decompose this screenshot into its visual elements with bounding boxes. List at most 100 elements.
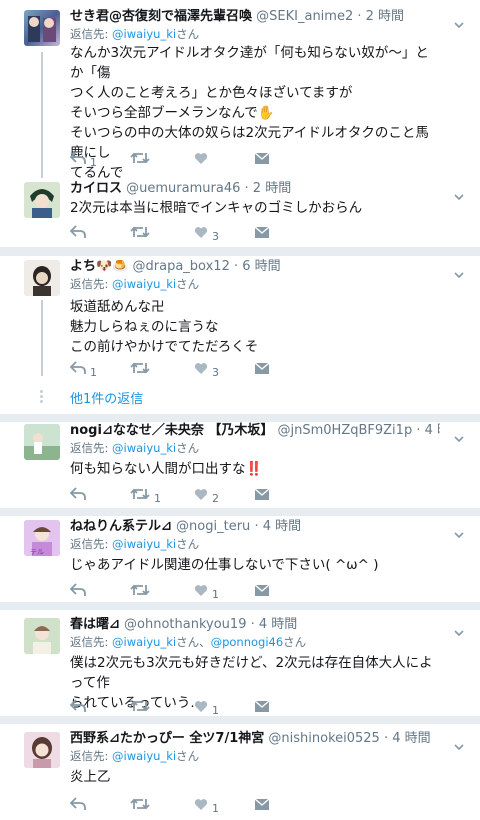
like-button[interactable]: 1 [194, 794, 219, 815]
chevron-down-icon[interactable] [454, 428, 464, 443]
text-line: 魅力しらねぇのに言うな [70, 319, 219, 335]
like-button[interactable]: 3 [194, 358, 219, 379]
avatar[interactable] [24, 10, 60, 46]
reply-mention[interactable]: @iwaiyu_ki [112, 441, 176, 455]
author-name[interactable]: よち🐶🍮 [70, 259, 128, 274]
author-handle[interactable]: @SEKI_anime2 [256, 9, 353, 24]
avatar[interactable] [24, 260, 60, 296]
reply-icon [70, 361, 86, 375]
text-line: つく人のこと考えろ」とか色々ほざいてますが [70, 85, 353, 101]
direct-message-button[interactable] [254, 484, 270, 504]
retweet-button[interactable] [130, 794, 154, 814]
like-button[interactable]: 3 [194, 222, 219, 243]
author-name[interactable]: 西野系⊿たかっぴー 全ツ7/1神宮 [70, 731, 264, 746]
like-button[interactable]: 1 [194, 696, 219, 717]
timestamp[interactable]: 2 時間 [253, 181, 291, 196]
tweet[interactable]: nogi⊿ななせ／未央奈 【乃木坂】 @jnSm0HZqBF9Zi1p · 4 … [0, 422, 480, 508]
reply-suffix: さん [176, 441, 200, 455]
reply-button[interactable] [70, 696, 90, 716]
direct-message-button[interactable] [254, 148, 270, 168]
like-button[interactable]: 1 [194, 580, 219, 601]
timestamp[interactable]: 4 時間 [263, 519, 301, 534]
author-name[interactable]: nogi⊿ななせ／未央奈 【乃木坂】 [70, 423, 273, 438]
retweet-button[interactable] [130, 222, 154, 242]
reply-mention[interactable]: @iwaiyu_ki [112, 27, 176, 41]
direct-message-button[interactable] [254, 696, 270, 716]
heart-icon [194, 798, 208, 811]
reply-count: 1 [90, 155, 97, 169]
avatar[interactable] [24, 618, 60, 654]
chevron-down-icon[interactable] [454, 524, 464, 539]
reply-button[interactable] [70, 794, 90, 814]
retweet-button[interactable] [130, 696, 154, 716]
author-name[interactable]: 春は曙⊿ [70, 617, 120, 632]
chevron-down-icon[interactable] [454, 264, 464, 279]
author-handle[interactable]: @nishinokei0525 [268, 731, 379, 746]
reply-mention[interactable]: @iwaiyu_ki [112, 277, 176, 291]
thread-line [41, 52, 43, 178]
separator-dot: · [244, 181, 249, 196]
like-count: 3 [212, 365, 219, 379]
timestamp[interactable]: 2 時間 [366, 9, 404, 24]
retweet-icon [130, 583, 150, 597]
author-handle[interactable]: @drapa_box12 [133, 259, 230, 274]
text-line: 炎上乙 [70, 769, 111, 785]
timestamp[interactable]: 4 時間 [259, 617, 297, 632]
reply-mention[interactable]: @iwaiyu_ki [112, 537, 176, 551]
reply-button[interactable]: 1 [70, 358, 97, 379]
reply-button[interactable] [70, 580, 90, 600]
retweet-button[interactable]: 1 [130, 484, 161, 505]
author-name[interactable]: カイロス [70, 181, 122, 196]
author-handle[interactable]: @jnSm0HZqBF9Zi1p [278, 423, 413, 438]
reply-mention[interactable]: @ponnogi46 [211, 635, 284, 649]
tweet[interactable]: よち🐶🍮 @drapa_box12 · 6 時間 返信先: @iwaiyu_ki… [0, 256, 480, 414]
show-more-replies-link[interactable]: 他1件の返信 [70, 388, 143, 407]
retweet-button[interactable] [130, 580, 154, 600]
envelope-icon [254, 699, 270, 713]
author-name[interactable]: ねねりん系テル⊿ [70, 519, 172, 534]
timestamp[interactable]: 6 時間 [242, 259, 280, 274]
tweet[interactable]: せき君@杏復刻で福澤先輩召喚 @SEKI_anime2 · 2 時間 返信先: … [0, 0, 480, 181]
timestamp[interactable]: 4 時間 [425, 423, 440, 438]
chevron-down-icon[interactable] [454, 186, 464, 201]
text-line: そいつら全部ブーメランなんで✋ [70, 105, 275, 121]
tweet[interactable]: カイロス @uemuramura46 · 2 時間 2次元は本当に根暗でインキャ… [0, 178, 480, 248]
direct-message-button[interactable] [254, 580, 270, 600]
retweet-icon [130, 797, 150, 811]
chevron-down-icon[interactable] [454, 736, 464, 751]
tweet[interactable]: テル ねねりん系テル⊿ @nogi_teru · 4 時間 返信先: @iwai… [0, 516, 480, 602]
avatar[interactable] [24, 424, 60, 460]
avatar[interactable] [24, 732, 60, 768]
reply-button[interactable]: 1 [70, 148, 97, 169]
avatar[interactable] [24, 182, 60, 218]
direct-message-button[interactable] [254, 794, 270, 814]
timestamp[interactable]: 4 時間 [392, 731, 430, 746]
direct-message-button[interactable] [254, 222, 270, 242]
author-handle[interactable]: @uemuramura46 [126, 181, 240, 196]
reply-context: 返信先: @iwaiyu_kiさん [70, 748, 440, 765]
reply-button[interactable] [70, 484, 90, 504]
reply-count: 1 [90, 365, 97, 379]
direct-message-button[interactable] [254, 358, 270, 378]
reply-prefix: 返信先: [70, 27, 113, 41]
divider [0, 248, 480, 256]
tweet[interactable]: 西野系⊿たかっぴー 全ツ7/1神宮 @nishinokei0525 · 4 時間… [0, 724, 480, 820]
reply-mention[interactable]: @iwaiyu_ki [112, 635, 176, 649]
retweet-button[interactable] [130, 358, 154, 378]
author-name[interactable]: せき君@杏復刻で福澤先輩召喚 [70, 9, 252, 24]
retweet-button[interactable] [130, 148, 154, 168]
chevron-down-icon[interactable] [454, 14, 464, 29]
like-button[interactable]: 2 [194, 484, 219, 505]
reply-mention[interactable]: @iwaiyu_ki [112, 749, 176, 763]
like-button[interactable] [194, 148, 212, 168]
divider [0, 508, 480, 516]
chevron-down-icon[interactable] [454, 622, 464, 637]
text-line: 坂道舐めんな卍 [70, 299, 165, 315]
reply-button[interactable] [70, 222, 90, 242]
heart-icon [194, 584, 208, 597]
author-handle[interactable]: @ohnothankyou19 [124, 617, 246, 632]
reply-icon [70, 797, 86, 811]
avatar[interactable]: テル [24, 520, 60, 556]
author-handle[interactable]: @nogi_teru [176, 519, 250, 534]
tweet[interactable]: 春は曙⊿ @ohnothankyou19 · 4 時間 返信先: @iwaiyu… [0, 610, 480, 717]
